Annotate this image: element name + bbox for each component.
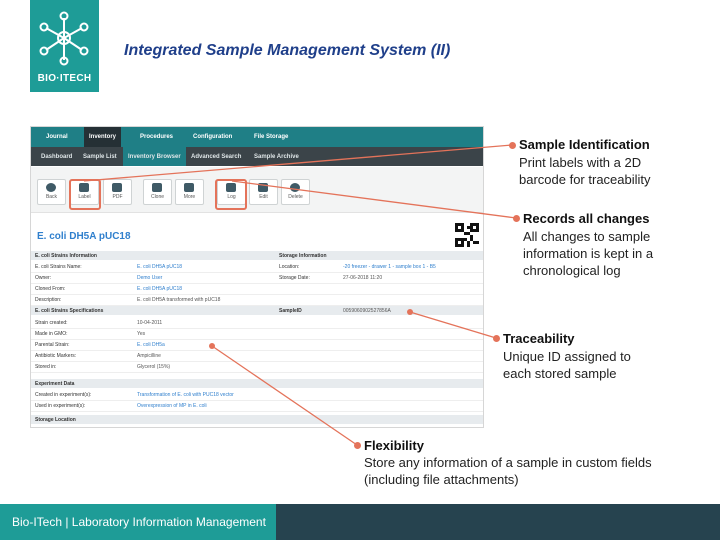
- callout-title-records: Records all changes: [523, 211, 650, 226]
- sample-id-marker: [407, 309, 413, 315]
- footer-bar-right: [276, 504, 720, 540]
- callout-title-traceability: Traceability: [503, 331, 575, 346]
- callout-text-traceability: Unique ID assigned to each stored sample: [503, 349, 631, 381]
- footer-text: Bio-ITech | Laboratory Information Manag…: [12, 515, 266, 529]
- callout-dot: [493, 335, 500, 342]
- callout-dot: [509, 142, 516, 149]
- callout-dot: [354, 442, 361, 449]
- callout-text-flexibility: Store any information of a sample in cus…: [364, 455, 652, 487]
- callout-text-identification: Print labels with a 2D barcode for trace…: [519, 155, 651, 187]
- callout-dot: [513, 215, 520, 222]
- callout-title-identification: Sample Identification: [519, 137, 650, 152]
- flexibility-marker: [209, 343, 215, 349]
- callout-text-records: All changes to sample information is kep…: [523, 229, 654, 278]
- callout-title-flexibility: Flexibility: [364, 438, 424, 453]
